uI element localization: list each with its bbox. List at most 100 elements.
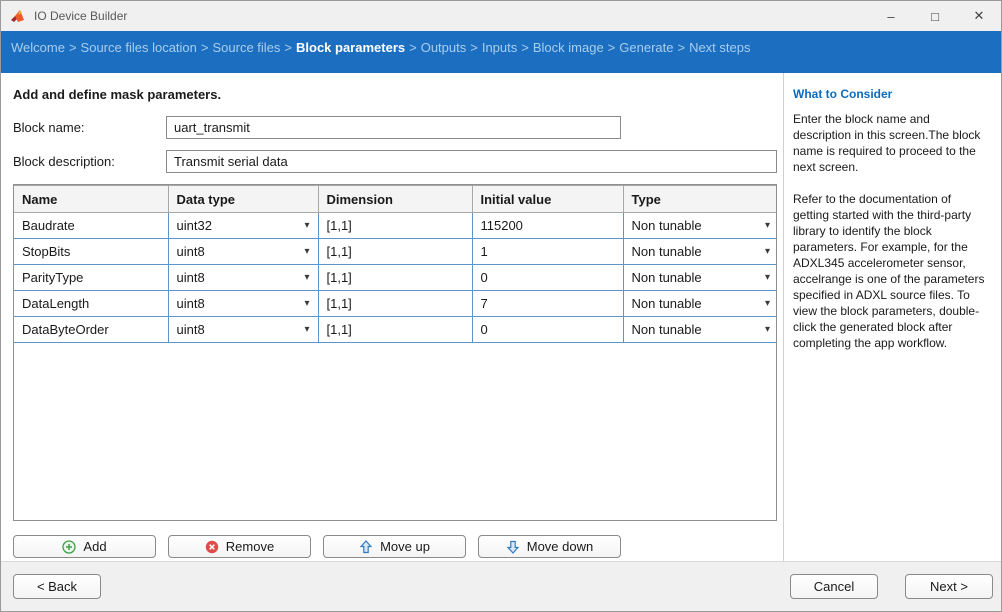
cell-type[interactable]: Non tunable ▾	[622, 212, 776, 239]
cell-type[interactable]: Non tunable ▾	[622, 316, 776, 343]
help-sidebar: What to Consider Enter the block name an…	[783, 73, 1001, 561]
cancel-button[interactable]: Cancel	[790, 574, 878, 599]
move-up-icon	[359, 539, 373, 553]
cell-initial-value[interactable]: 7	[471, 290, 624, 317]
remove-icon	[205, 540, 218, 553]
move-up-button[interactable]: Move up	[323, 535, 466, 558]
table-row: ParityType uint8 ▾ [1,1] 0 Non tunable ▾	[14, 264, 776, 291]
data-type-value: uint8	[176, 244, 205, 259]
chevron-down-icon[interactable]: ▾	[761, 220, 770, 231]
cell-name[interactable]: DataByteOrder	[14, 316, 169, 343]
maximize-button[interactable]: □	[913, 1, 957, 31]
next-button[interactable]: Next >	[905, 574, 993, 599]
cell-name[interactable]: DataLength	[14, 290, 169, 317]
column-header-dimension: Dimension	[317, 185, 473, 213]
breadcrumb-item-welcome: Welcome	[11, 40, 65, 55]
minimize-button[interactable]: –	[869, 1, 913, 31]
cell-name[interactable]: StopBits	[14, 238, 169, 265]
chevron-down-icon[interactable]: ▾	[300, 272, 309, 283]
cell-dimension[interactable]: [1,1]	[317, 290, 473, 317]
breadcrumb-item-source-files: Source files	[212, 40, 281, 55]
cell-initial-value[interactable]: 0	[471, 316, 624, 343]
table-row: StopBits uint8 ▾ [1,1] 1 Non tunable ▾	[14, 238, 776, 265]
cell-type[interactable]: Non tunable ▾	[622, 290, 776, 317]
block-name-row: Block name:	[13, 116, 777, 139]
breadcrumb-item-next-steps: Next steps	[689, 40, 751, 55]
cell-dimension[interactable]: [1,1]	[317, 238, 473, 265]
breadcrumb: Welcome > Source files location > Source fil…	[1, 31, 1001, 73]
breadcrumb-separator: >	[521, 40, 529, 55]
page-title: Add and define mask parameters.	[13, 87, 222, 102]
block-name-label: Block name:	[13, 120, 85, 135]
breadcrumb-separator: >	[200, 40, 209, 55]
remove-button-label: Remove	[225, 539, 275, 554]
window-title: IO Device Builder	[34, 9, 128, 23]
chevron-down-icon[interactable]: ▾	[300, 324, 309, 335]
breadcrumb-separator: >	[409, 40, 417, 55]
title-bar: IO Device Builder – □ ✕	[1, 1, 1001, 31]
content-area: Add and define mask parameters. Block na…	[1, 73, 1001, 561]
move-down-button[interactable]: Move down	[478, 535, 621, 558]
cell-name[interactable]: ParityType	[14, 264, 169, 291]
help-paragraph: Enter the block name and description in …	[793, 112, 981, 174]
breadcrumb-item-inputs: Inputs	[481, 40, 518, 55]
breadcrumb-separator: >	[68, 40, 77, 55]
table-row: Baudrate uint32 ▾ [1,1] 115200 Non tunabl…	[14, 212, 776, 239]
type-value: Non tunable	[631, 296, 702, 311]
cell-type[interactable]: Non tunable ▾	[622, 238, 776, 265]
breadcrumb-separator: >	[470, 40, 478, 55]
chevron-down-icon[interactable]: ▾	[761, 298, 770, 309]
cell-data-type[interactable]: uint8 ▾	[167, 290, 319, 317]
cell-data-type[interactable]: uint8 ▾	[167, 316, 319, 343]
chevron-down-icon[interactable]: ▾	[300, 220, 309, 231]
column-header-initial-value: Initial value	[471, 185, 624, 213]
breadcrumb-separator: >	[607, 40, 616, 55]
chevron-down-icon[interactable]: ▾	[761, 324, 770, 335]
cell-name[interactable]: Baudrate	[14, 212, 169, 239]
data-type-value: uint32	[176, 218, 212, 233]
data-type-value: uint8	[176, 270, 205, 285]
main-panel: Add and define mask parameters. Block na…	[1, 73, 783, 561]
footer-right-group: Cancel Next >	[790, 574, 993, 599]
move-down-button-label: Move down	[526, 539, 594, 554]
block-description-label: Block description:	[13, 154, 115, 169]
cell-data-type[interactable]: uint8 ▾	[167, 264, 319, 291]
cell-dimension[interactable]: [1,1]	[317, 264, 473, 291]
table-row: DataLength uint8 ▾ [1,1] 7 Non tunable ▾	[14, 290, 776, 317]
block-description-input[interactable]	[166, 150, 777, 173]
type-value: Non tunable	[631, 244, 702, 259]
footer-bar: < Back Cancel Next >	[1, 561, 1001, 611]
breadcrumb-item-block-image: Block image	[532, 40, 604, 55]
chevron-down-icon[interactable]: ▾	[300, 246, 309, 257]
chevron-down-icon[interactable]: ▾	[761, 272, 770, 283]
back-button[interactable]: < Back	[13, 574, 101, 599]
cell-initial-value[interactable]: 115200	[471, 212, 624, 239]
add-button[interactable]: Add	[13, 535, 156, 558]
add-icon	[62, 539, 77, 554]
what-to-consider-title: What to Consider	[793, 87, 893, 101]
column-header-type: Type	[622, 185, 776, 213]
breadcrumb-separator: >	[677, 40, 686, 55]
remove-button[interactable]: Remove	[168, 535, 311, 558]
cell-dimension[interactable]: [1,1]	[317, 212, 473, 239]
close-button[interactable]: ✕	[957, 1, 1001, 31]
cell-data-type[interactable]: uint8 ▾	[167, 238, 319, 265]
breadcrumb-separator: >	[284, 40, 292, 55]
help-paragraph: Refer to the documentation of getting st…	[793, 192, 985, 350]
io-device-builder-window: IO Device Builder – □ ✕ Welcome > Source f…	[0, 0, 1002, 612]
cell-data-type[interactable]: uint32 ▾	[167, 212, 319, 239]
chevron-down-icon[interactable]: ▾	[761, 246, 770, 257]
chevron-down-icon[interactable]: ▾	[300, 298, 309, 309]
cell-type[interactable]: Non tunable ▾	[622, 264, 776, 291]
block-name-input[interactable]	[166, 116, 621, 139]
cell-dimension[interactable]: [1,1]	[317, 316, 473, 343]
type-value: Non tunable	[631, 322, 702, 337]
table-header-row: Name Data type Dimension Initial value T…	[14, 185, 776, 213]
data-type-value: uint8	[176, 322, 205, 337]
move-up-button-label: Move up	[380, 539, 430, 554]
column-header-data-type: Data type	[167, 185, 319, 213]
cell-initial-value[interactable]: 0	[471, 264, 624, 291]
add-button-label: Add	[83, 539, 107, 554]
cell-initial-value[interactable]: 1	[471, 238, 624, 265]
column-header-name: Name	[14, 185, 169, 213]
